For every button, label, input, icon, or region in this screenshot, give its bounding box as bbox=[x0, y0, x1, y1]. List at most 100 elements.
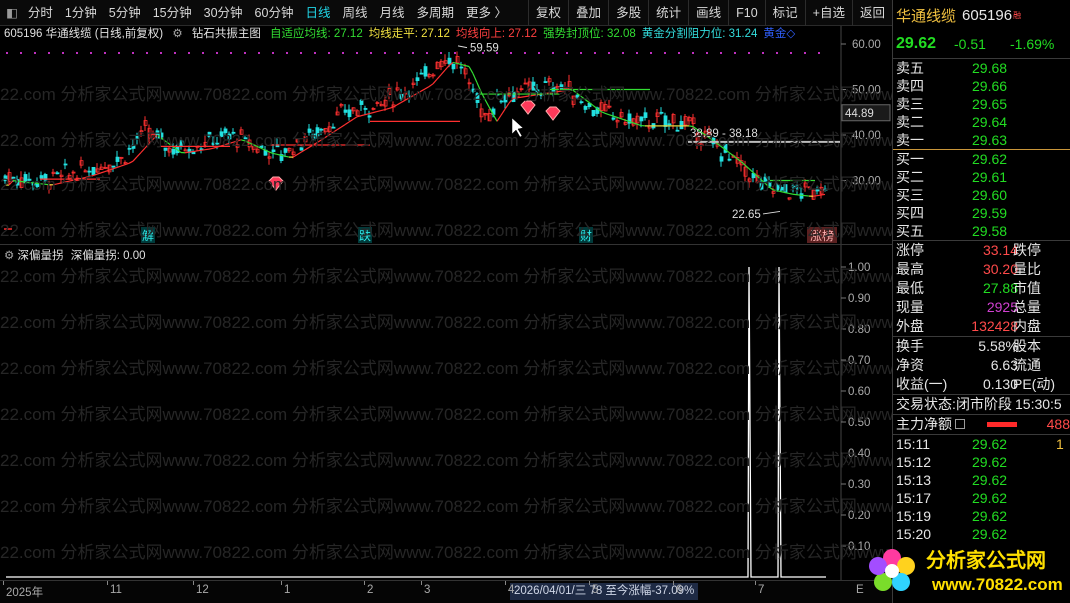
trade-price: 29.62 bbox=[972, 490, 1008, 506]
event-marker[interactable]: 跌 bbox=[359, 228, 371, 243]
detail-icon[interactable] bbox=[955, 419, 965, 429]
tab-period-5[interactable]: 60分钟 bbox=[249, 0, 300, 26]
x-tick: 2 bbox=[367, 584, 374, 596]
tool-button-1[interactable]: 叠加 bbox=[568, 0, 608, 26]
signal-dot bbox=[454, 52, 456, 54]
x-tick: 2025年 bbox=[6, 587, 44, 599]
bid-price: 29.61 bbox=[972, 169, 1008, 185]
stat-label-2: 总量 bbox=[1013, 299, 1041, 315]
main-flow-label: 主力净额 bbox=[896, 416, 952, 432]
stat-row: 最低 27.88 市值 bbox=[893, 279, 1070, 298]
tab-period-8[interactable]: 月线 bbox=[373, 0, 410, 26]
signal-dot bbox=[132, 52, 134, 54]
tool-button-7[interactable]: +自选 bbox=[804, 0, 852, 26]
tool-button-3[interactable]: 统计 bbox=[648, 0, 688, 26]
tool-button-6[interactable]: 标记 bbox=[764, 0, 805, 26]
stat-label-2: 内盘 bbox=[1013, 318, 1041, 334]
stat-row: 净资 6.63 流通 bbox=[893, 356, 1070, 375]
signal-dot bbox=[6, 52, 8, 54]
tool-button-0[interactable]: 复权 bbox=[528, 0, 568, 26]
trade-row[interactable]: 15:13 29.62 bbox=[893, 471, 1070, 489]
trade-price: 29.62 bbox=[972, 436, 1008, 452]
collapse-icon[interactable]: ◧ bbox=[0, 0, 22, 26]
ask-price: 29.64 bbox=[972, 114, 1008, 130]
trade-price: 29.62 bbox=[972, 472, 1008, 488]
tool-button-8[interactable]: 返回 bbox=[851, 0, 892, 26]
y-tick-label: 40.00 bbox=[852, 130, 881, 142]
sub-y-tick-label: 0.70 bbox=[848, 355, 870, 367]
sub-svg[interactable]: 1.000.900.800.700.600.500.400.300.200.10 bbox=[0, 245, 892, 581]
x-tick-mark bbox=[107, 581, 108, 585]
y-tick-label: 30.00 bbox=[852, 176, 881, 188]
kline-svg[interactable]: 60.00 50.00 40.00 30.00 44.89 38.89 - 38.18 59… bbox=[0, 26, 892, 244]
signal-dot bbox=[34, 52, 36, 54]
signal-dot bbox=[706, 52, 708, 54]
signal-dot bbox=[342, 52, 344, 54]
bid-price: 29.60 bbox=[972, 187, 1008, 203]
signal-dot bbox=[580, 52, 582, 54]
trade-time: 15:12 bbox=[896, 454, 932, 470]
indicator-value-3: 强势封顶位: 32.08 bbox=[543, 28, 636, 40]
stat-row: 最高 30.20 量比 bbox=[893, 260, 1070, 279]
stat-label: 最低 bbox=[896, 280, 924, 296]
zhangbang-label[interactable]: 涨榜 bbox=[810, 228, 834, 243]
stat-label: 最高 bbox=[896, 261, 924, 277]
bid-label: 买二 bbox=[896, 169, 924, 185]
stat-label-2: 股本 bbox=[1013, 338, 1041, 354]
tab-period-6[interactable]: 日线 bbox=[299, 0, 336, 26]
settings-icon[interactable]: ⚙ bbox=[172, 28, 182, 40]
tab-period-2[interactable]: 5分钟 bbox=[103, 0, 147, 26]
tab-period-1[interactable]: 1分钟 bbox=[59, 0, 103, 26]
x-tick: 7 bbox=[758, 584, 765, 596]
trade-row[interactable]: 15:12 29.62 bbox=[893, 453, 1070, 471]
sub-indicator-name[interactable]: 深偏量拐 bbox=[18, 250, 64, 262]
ask-row: 卖一 29.63 bbox=[893, 131, 1070, 149]
y-tick-label: 60.00 bbox=[852, 39, 881, 51]
ask-row: 卖二 29.64 bbox=[893, 113, 1070, 131]
sub-indicator-chart[interactable]: 1.00 0.90 0.80 0.70 0.60 0.50 0.40 0.30 0.20 0.10… bbox=[0, 244, 892, 581]
sub-y-tick-label: 0.50 bbox=[848, 417, 870, 429]
signal-dot bbox=[664, 52, 666, 54]
settings-icon[interactable]: ⚙ bbox=[4, 250, 14, 262]
signal-dot bbox=[804, 52, 806, 54]
bid-row: 买一 29.62 bbox=[893, 150, 1070, 168]
signal-dot bbox=[104, 52, 106, 54]
diamond-icon bbox=[520, 100, 536, 115]
signal-dot bbox=[622, 52, 624, 54]
signal-dot bbox=[692, 52, 694, 54]
tab-period-3[interactable]: 15分钟 bbox=[147, 0, 198, 26]
tab-period-10[interactable]: 更多 〉 bbox=[460, 0, 513, 26]
x-tick-mark bbox=[505, 581, 506, 585]
bid-label: 买一 bbox=[896, 151, 924, 167]
event-marker[interactable]: 财 bbox=[580, 229, 592, 243]
trade-ticks[interactable]: 15:11 29.62 1 15:12 29.62 15:13 29.62 15:17 29.6… bbox=[893, 435, 1070, 543]
indicator-value-4: 黄金分割阻力位: 31.24 bbox=[641, 28, 758, 40]
tool-button-2[interactable]: 多股 bbox=[608, 0, 648, 26]
bid-label: 买五 bbox=[896, 223, 924, 239]
stat-label-2: 量比 bbox=[1013, 261, 1041, 277]
main-kline-chart[interactable]: 60.00 50.00 40.00 30.00 44.89 38.89 - 38.18 59… bbox=[0, 26, 892, 244]
indicator-name[interactable]: 钻石共振主图 bbox=[192, 28, 261, 40]
trade-row[interactable]: 15:20 29.62 bbox=[893, 525, 1070, 543]
signal-dot bbox=[216, 52, 218, 54]
tool-button-5[interactable]: F10 bbox=[728, 0, 765, 26]
tab-period-0[interactable]: 分时 bbox=[22, 0, 59, 26]
x-tick-mark bbox=[755, 581, 756, 585]
trade-row[interactable]: 15:17 29.62 bbox=[893, 489, 1070, 507]
ask-label: 卖一 bbox=[896, 132, 924, 148]
tab-period-4[interactable]: 30分钟 bbox=[198, 0, 249, 26]
bid-row: 买三 29.60 bbox=[893, 186, 1070, 204]
indicator-value-5: 黄金◇ bbox=[763, 28, 796, 40]
tab-period-9[interactable]: 多周期 bbox=[411, 0, 461, 26]
trade-time: 15:30:5 bbox=[1015, 396, 1062, 412]
x-tick: 1 bbox=[284, 584, 291, 596]
signal-dot bbox=[160, 52, 162, 54]
trade-row[interactable]: 15:11 29.62 1 bbox=[893, 435, 1070, 453]
stat-row: 涨停 33.14 跌停 bbox=[893, 241, 1070, 260]
tab-period-7[interactable]: 周线 bbox=[336, 0, 373, 26]
tool-button-4[interactable]: 画线 bbox=[688, 0, 728, 26]
signal-dot bbox=[314, 52, 316, 54]
trade-row[interactable]: 15:19 29.62 bbox=[893, 507, 1070, 525]
stat-label: 收益(一) bbox=[896, 376, 948, 392]
event-marker[interactable]: 解 bbox=[142, 229, 154, 243]
